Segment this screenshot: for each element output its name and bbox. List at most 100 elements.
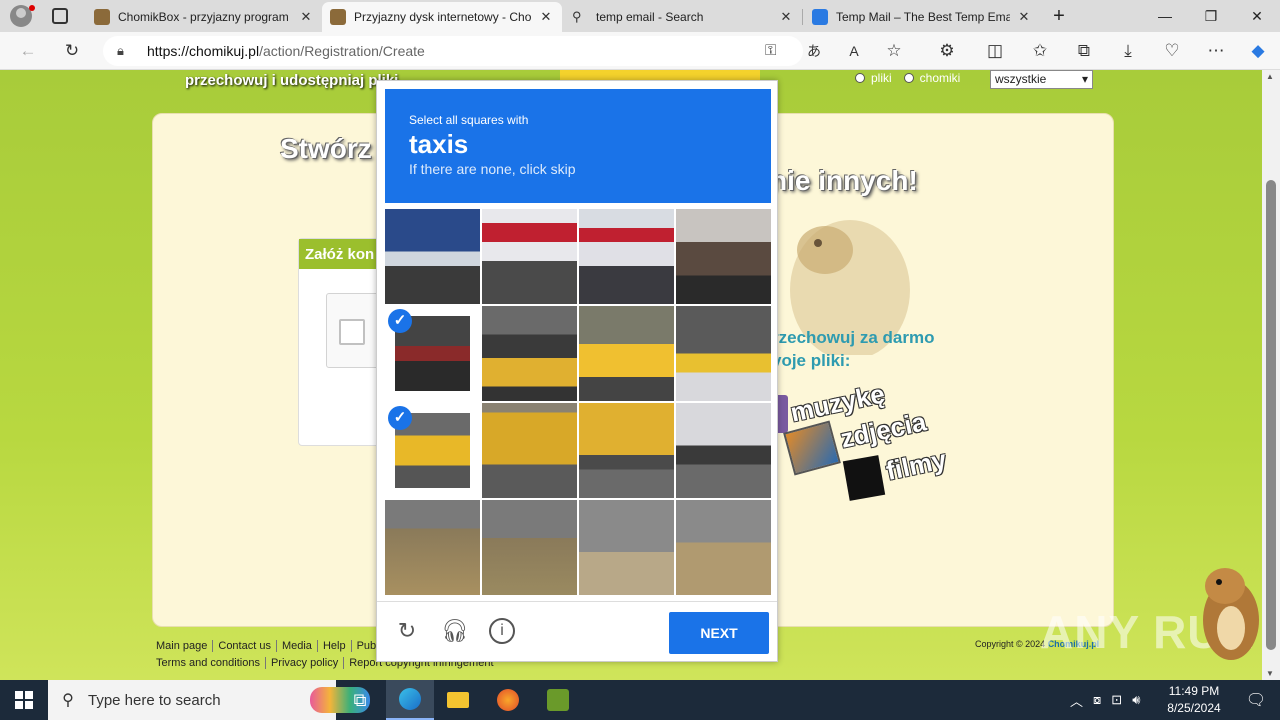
windows-logo-icon: [15, 691, 33, 709]
footer-link-privacy[interactable]: Privacy policy: [266, 657, 345, 669]
radio-label-chomiki: chomiki: [919, 71, 961, 85]
taskbar-search-box[interactable]: ⚲ Type here to search: [48, 680, 370, 720]
url-field[interactable]: 🔒︎ https://chomikuj.pl/action/Registrati…: [103, 36, 803, 66]
extensions-icon[interactable]: ⚙: [933, 37, 961, 65]
close-window-button[interactable]: ✕: [1234, 0, 1280, 32]
next-button[interactable]: NEXT: [669, 612, 769, 654]
profile-avatar[interactable]: [10, 5, 35, 27]
firefox-icon[interactable]: [484, 680, 532, 720]
network-icon[interactable]: ⊡: [1111, 692, 1122, 708]
read-aloud-icon[interactable]: A: [840, 37, 868, 65]
restore-button[interactable]: ❐: [1188, 0, 1234, 32]
start-button[interactable]: [0, 680, 48, 720]
tile-image: [385, 209, 480, 304]
challenge-tile[interactable]: [385, 500, 480, 595]
challenge-tile[interactable]: [676, 209, 771, 304]
footer-link-terms[interactable]: Terms and conditions: [156, 657, 266, 669]
clock-date: 8/25/2024: [1167, 701, 1221, 715]
challenge-tile[interactable]: [482, 209, 577, 304]
recaptcha-checkbox[interactable]: [339, 319, 365, 345]
footer-link-media[interactable]: Media: [277, 640, 318, 652]
task-view-icon[interactable]: ⧉: [336, 680, 384, 720]
audio-icon[interactable]: 🎧︎: [441, 617, 469, 645]
chevron-up-icon[interactable]: ︿: [1070, 691, 1083, 710]
challenge-tile[interactable]: [579, 403, 674, 498]
challenge-tile[interactable]: [482, 306, 577, 401]
challenge-tile[interactable]: [676, 403, 771, 498]
tile-image: [579, 209, 674, 304]
close-tab-icon[interactable]: ✕: [1016, 9, 1032, 25]
split-screen-icon[interactable]: ◫: [981, 37, 1009, 65]
tab-chomikuj[interactable]: Przyjazny dysk internetowy - Cho ✕: [322, 2, 562, 32]
challenge-image-grid: ✓ ✓: [385, 209, 771, 595]
translate-icon[interactable]: あ: [800, 37, 828, 65]
new-tab-button[interactable]: +: [1036, 0, 1082, 32]
challenge-tile[interactable]: [579, 500, 674, 595]
challenge-tile[interactable]: [676, 500, 771, 595]
challenge-tile[interactable]: [579, 209, 674, 304]
tab-chomikbox[interactable]: ChomikBox - przyjazny program ✕: [86, 2, 322, 32]
tile-image: [579, 500, 674, 595]
footer-link-contact[interactable]: Contact us: [213, 640, 277, 652]
reload-icon[interactable]: ↻: [393, 617, 421, 645]
info-icon[interactable]: i: [489, 618, 515, 644]
radio-chomiki[interactable]: [903, 73, 914, 83]
challenge-tile[interactable]: [385, 209, 480, 304]
volume-icon[interactable]: 🔊︎: [1132, 692, 1140, 708]
key-icon[interactable]: ⚿: [765, 42, 776, 59]
performance-icon[interactable]: ♡: [1158, 37, 1186, 65]
tile-image: [579, 306, 674, 401]
collections-icon[interactable]: ⧉: [1070, 37, 1098, 65]
notifications-icon[interactable]: 🗨︎: [1232, 680, 1280, 720]
system-tray: ︿ ⧇ ⊡ 🔊︎: [1070, 680, 1140, 720]
tile-image: [676, 403, 771, 498]
hamster-favicon-icon: [94, 9, 110, 25]
challenge-header: Select all squares with taxis If there a…: [385, 89, 771, 203]
tile-image: [482, 403, 577, 498]
close-tab-icon[interactable]: ✕: [298, 9, 314, 25]
scroll-up-icon[interactable]: ▲: [1266, 72, 1274, 81]
footer-link-main-page[interactable]: Main page: [156, 640, 214, 652]
search-favicon-icon: ⚲: [572, 9, 582, 24]
tile-image: [482, 209, 577, 304]
close-tab-icon[interactable]: ✕: [538, 9, 554, 25]
challenge-tile[interactable]: [482, 500, 577, 595]
tab-temp-email-search[interactable]: ⚲ temp email - Search ✕: [564, 2, 802, 32]
challenge-tile[interactable]: ✓: [385, 403, 480, 498]
challenge-tile[interactable]: [482, 403, 577, 498]
file-explorer-icon[interactable]: [434, 680, 482, 720]
scroll-down-icon[interactable]: ▼: [1266, 669, 1274, 678]
tab-temp-mail[interactable]: Temp Mail – The Best Temp Email ✕: [804, 2, 1040, 32]
favorite-star-icon[interactable]: ☆: [880, 37, 908, 65]
recaptcha-challenge-dialog: Select all squares with taxis If there a…: [376, 80, 778, 662]
meet-now-icon[interactable]: ⧇: [1093, 692, 1101, 708]
search-scope-select[interactable]: wszystkie ▾: [990, 70, 1093, 89]
headline-right: nie innych!: [770, 165, 918, 196]
challenge-tile[interactable]: [676, 306, 771, 401]
radio-pliki[interactable]: [855, 73, 865, 83]
challenge-tile[interactable]: ✓: [385, 306, 480, 401]
url-domain: https://chomikuj.pl: [147, 43, 260, 59]
footer-link-help[interactable]: Help: [318, 640, 352, 652]
more-menu-icon[interactable]: ⋯: [1202, 37, 1230, 65]
taskbar-clock[interactable]: 11:49 PM 8/25/2024: [1162, 683, 1226, 717]
minimize-button[interactable]: —: [1142, 0, 1188, 32]
tab-actions-icon[interactable]: [52, 8, 68, 24]
chevron-down-icon: ▾: [1081, 72, 1088, 86]
challenge-tile[interactable]: [579, 306, 674, 401]
downloads-icon[interactable]: ⤓: [1114, 37, 1142, 65]
clock-time: 11:49 PM: [1168, 684, 1220, 698]
page-scrollbar[interactable]: ▲ ▼: [1262, 70, 1280, 680]
chomikbox-taskbar-icon[interactable]: [534, 680, 582, 720]
tile-image: [482, 306, 577, 401]
close-tab-icon[interactable]: ✕: [778, 9, 794, 25]
back-icon[interactable]: ←: [14, 37, 42, 65]
refresh-icon[interactable]: ↻: [58, 37, 86, 65]
scrollbar-thumb[interactable]: [1266, 180, 1276, 650]
copilot-icon[interactable]: ◆: [1244, 37, 1272, 65]
challenge-instruction: Select all squares with: [409, 113, 529, 127]
edge-taskbar-icon[interactable]: [386, 680, 434, 720]
challenge-footer: ↻ 🎧︎ i NEXT: [377, 601, 777, 661]
favorites-icon[interactable]: ✩: [1026, 37, 1054, 65]
challenge-target: taxis: [409, 129, 469, 159]
